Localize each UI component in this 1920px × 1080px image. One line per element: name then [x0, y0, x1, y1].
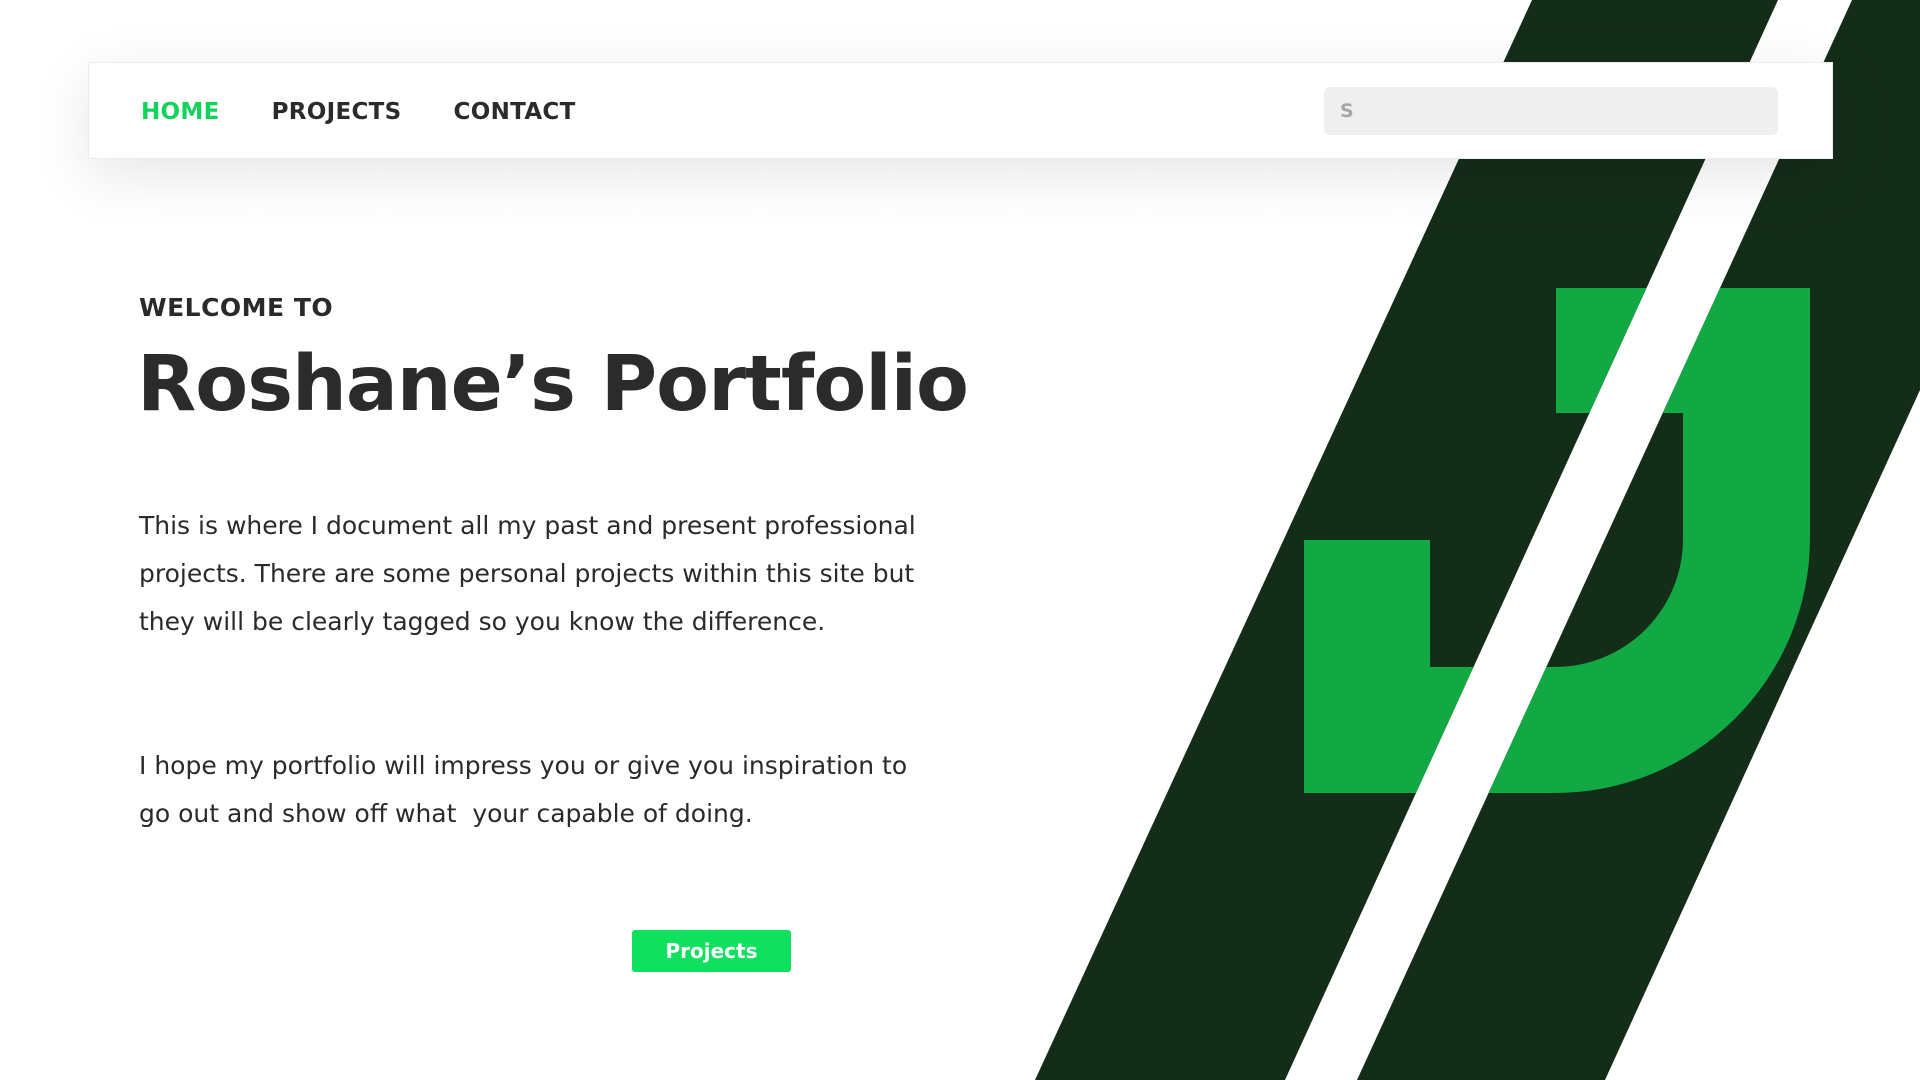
- nav-contact-link[interactable]: CONTACT: [454, 99, 576, 125]
- top-navbar: HOME PROJECTS CONTACT: [88, 62, 1833, 159]
- nav-links: HOME PROJECTS CONTACT: [141, 63, 576, 160]
- nav-home-link[interactable]: HOME: [141, 99, 220, 125]
- inspiration-paragraph: I hope my portfolio will impress you or …: [139, 751, 916, 828]
- search-input[interactable]: [1324, 87, 1778, 135]
- nav-projects-link[interactable]: PROJECTS: [272, 99, 402, 125]
- page-title: Roshane’s Portfolio: [137, 340, 969, 429]
- intro-paragraph: This is where I document all my past and…: [139, 511, 924, 636]
- projects-button[interactable]: Projects: [632, 930, 791, 972]
- welcome-eyebrow: WELCOME TO: [139, 293, 334, 322]
